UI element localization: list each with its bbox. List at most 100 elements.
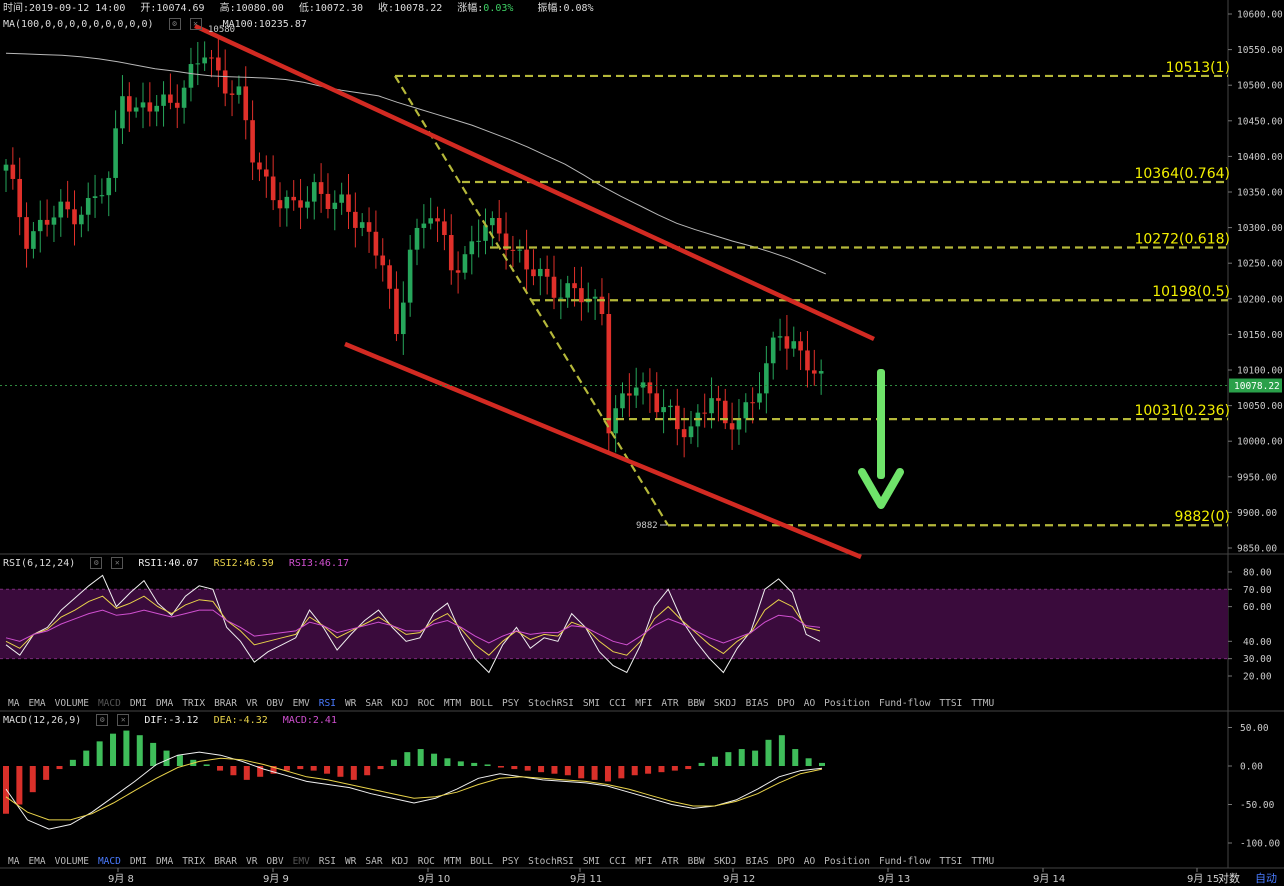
macd-bar — [176, 755, 183, 766]
indicator-tab-mfi[interactable]: MFI — [635, 698, 652, 709]
candle — [722, 388, 728, 430]
indicator-tab-brar[interactable]: BRAR — [214, 856, 237, 867]
indicator-tab-brar[interactable]: BRAR — [214, 698, 237, 709]
indicator-tab-bbw[interactable]: BBW — [688, 856, 705, 867]
macd-series-dea — [5, 757, 823, 821]
indicator-tab-ema[interactable]: EMA — [28, 856, 45, 867]
macd-readout: MACD:2.41 — [282, 715, 337, 726]
candle — [222, 49, 228, 107]
indicator-tab-fund-flow[interactable]: Fund-flow — [879, 698, 930, 709]
indicator-tab-smi[interactable]: SMI — [583, 698, 600, 709]
candle — [414, 218, 420, 266]
candle-body — [133, 107, 139, 112]
indicator-tab-obv[interactable]: OBV — [266, 698, 283, 709]
indicator-tab-volume[interactable]: VOLUME — [55, 698, 89, 709]
candle-body — [764, 363, 769, 394]
candle-body — [613, 408, 618, 434]
indicator-tab-kdj[interactable]: KDJ — [392, 698, 409, 709]
indicator-tab-bias[interactable]: BIAS — [746, 698, 769, 709]
indicator-tab-dma[interactable]: DMA — [156, 698, 173, 709]
candle-body — [188, 64, 194, 88]
indicator-tab-boll[interactable]: BOLL — [470, 856, 493, 867]
chart-canvas[interactable]: 9850.00 9900.00 9950.00 10000.00 10050.00 101… — [0, 0, 1284, 886]
indicator-tab-atr[interactable]: ATR — [661, 698, 678, 709]
indicator-tab-trix[interactable]: TRIX — [182, 698, 205, 709]
candle-body — [366, 222, 372, 232]
indicator-tab-kdj[interactable]: KDJ — [392, 856, 409, 867]
indicator-tab-dpo[interactable]: DPO — [778, 856, 795, 867]
indicator-tab-rsi[interactable]: RSI — [319, 698, 336, 709]
indicator-tab-macd[interactable]: MACD — [98, 856, 121, 867]
indicator-tab-bias[interactable]: BIAS — [746, 856, 769, 867]
candle-body — [606, 314, 612, 434]
indicator-tab-position[interactable]: Position — [824, 856, 870, 867]
candle — [277, 182, 283, 227]
close-icon[interactable]: ✕ — [117, 714, 130, 726]
time-tick-label: 9月 9 — [263, 873, 289, 885]
indicator-tab-fund-flow[interactable]: Fund-flow — [879, 856, 930, 867]
macd-bar — [524, 766, 531, 771]
indicator-tab-atr[interactable]: ATR — [661, 856, 678, 867]
candle — [387, 259, 392, 309]
indicator-tab-ttmu[interactable]: TTMU — [971, 698, 994, 709]
indicator-tab-ttsi[interactable]: TTSI — [939, 698, 962, 709]
indicator-tab-sar[interactable]: SAR — [365, 856, 382, 867]
indicator-tab-bbw[interactable]: BBW — [688, 698, 705, 709]
log-scale-toggle[interactable]: 对数 — [1218, 870, 1240, 886]
indicator-tab-emv[interactable]: EMV — [293, 856, 310, 867]
indicator-tab-psy[interactable]: PSY — [502, 698, 519, 709]
price-tick-label: 9900.00 — [1237, 508, 1277, 519]
indicator-tab-mtm[interactable]: MTM — [444, 856, 461, 867]
candle-body — [65, 201, 70, 210]
indicator-tab-cci[interactable]: CCI — [609, 698, 626, 709]
indicator-tab-vr[interactable]: VR — [246, 698, 257, 709]
indicator-tab-macd[interactable]: MACD — [98, 698, 121, 709]
indicator-tab-cci[interactable]: CCI — [609, 856, 626, 867]
candle — [339, 182, 344, 215]
indicator-tab-ma[interactable]: MA — [8, 698, 19, 709]
macd-bar — [578, 766, 585, 779]
indicator-tab-vr[interactable]: VR — [246, 856, 257, 867]
indicator-tab-mfi[interactable]: MFI — [635, 856, 652, 867]
indicator-tab-wr[interactable]: WR — [345, 698, 356, 709]
indicator-tab-ttmu[interactable]: TTMU — [971, 856, 994, 867]
indicator-tab-ao[interactable]: AO — [804, 698, 815, 709]
indicator-tab-ema[interactable]: EMA — [28, 698, 45, 709]
indicator-tab-sar[interactable]: SAR — [365, 698, 382, 709]
indicator-tab-boll[interactable]: BOLL — [470, 698, 493, 709]
indicator-tab-psy[interactable]: PSY — [502, 856, 519, 867]
indicator-tab-wr[interactable]: WR — [345, 856, 356, 867]
settings-icon[interactable]: ⚙ — [168, 18, 181, 30]
fib-level-label: 9882(0) — [1175, 509, 1230, 525]
open-readout: 开:10074.69 — [140, 3, 205, 14]
indicator-tab-roc[interactable]: ROC — [418, 698, 435, 709]
indicator-tab-volume[interactable]: VOLUME — [55, 856, 89, 867]
close-icon[interactable]: ✕ — [111, 557, 124, 569]
indicator-tab-obv[interactable]: OBV — [266, 856, 283, 867]
indicator-tab-stochrsi[interactable]: StochRSI — [528, 856, 574, 867]
indicator-tab-dma[interactable]: DMA — [156, 856, 173, 867]
indicator-tab-trix[interactable]: TRIX — [182, 856, 205, 867]
indicator-tab-rsi[interactable]: RSI — [319, 856, 336, 867]
candle — [483, 208, 488, 255]
indicator-tab-dpo[interactable]: DPO — [778, 698, 795, 709]
indicator-tab-ttsi[interactable]: TTSI — [939, 856, 962, 867]
indicator-tab-skdj[interactable]: SKDJ — [714, 698, 737, 709]
indicator-tab-skdj[interactable]: SKDJ — [714, 856, 737, 867]
indicator-tab-dmi[interactable]: DMI — [130, 856, 147, 867]
indicator-tab-emv[interactable]: EMV — [293, 698, 310, 709]
macd-bar — [752, 750, 759, 766]
candle — [681, 407, 687, 458]
indicator-tab-smi[interactable]: SMI — [583, 856, 600, 867]
settings-icon[interactable]: ⚙ — [96, 714, 109, 726]
close-icon[interactable]: ✕ — [189, 18, 202, 30]
settings-icon[interactable]: ⚙ — [90, 557, 103, 569]
indicator-tab-roc[interactable]: ROC — [418, 856, 435, 867]
indicator-tab-ao[interactable]: AO — [804, 856, 815, 867]
indicator-tab-dmi[interactable]: DMI — [130, 698, 147, 709]
indicator-tab-stochrsi[interactable]: StochRSI — [528, 698, 574, 709]
indicator-tab-mtm[interactable]: MTM — [444, 698, 461, 709]
indicator-tab-ma[interactable]: MA — [8, 856, 19, 867]
auto-scale-toggle[interactable]: 自动 — [1255, 870, 1277, 886]
indicator-tab-position[interactable]: Position — [824, 698, 870, 709]
